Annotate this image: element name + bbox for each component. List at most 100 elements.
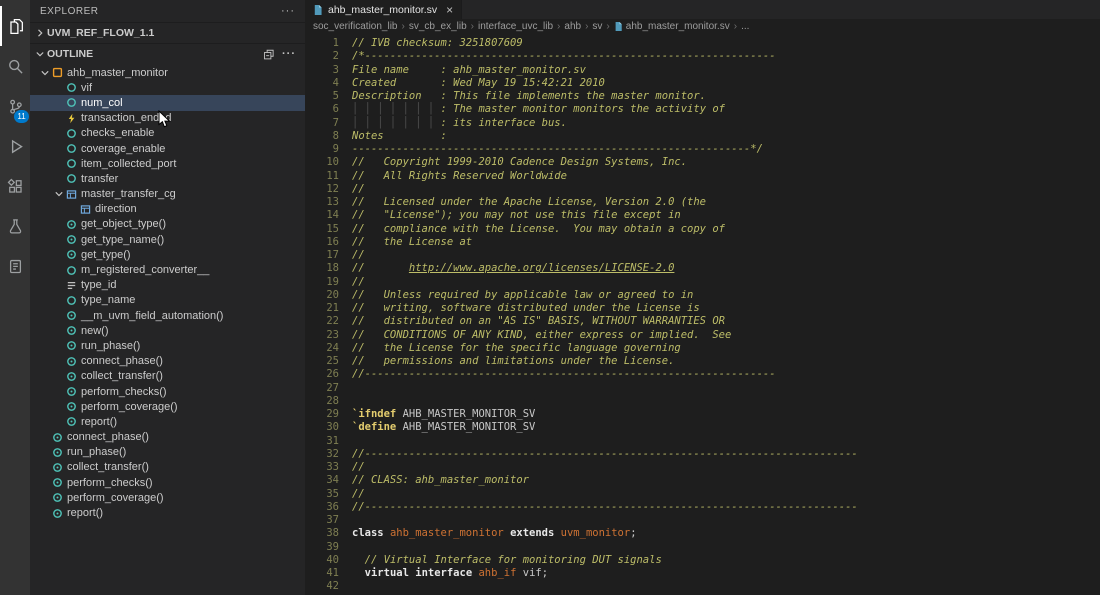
activity-source-control-icon[interactable]: 11: [0, 86, 30, 126]
breadcrumb-item[interactable]: ...: [741, 21, 749, 32]
breadcrumb-item[interactable]: sv_cb_ex_lib: [409, 21, 467, 32]
outline-item-get_type_name[interactable]: get_type_name(): [30, 232, 305, 247]
activity-search-icon[interactable]: [0, 46, 30, 86]
outline-item-item_collected_port[interactable]: item_collected_port: [30, 156, 305, 171]
outline-item-get_object_type[interactable]: get_object_type(): [30, 217, 305, 232]
code-line[interactable]: 21// writing, software distributed under…: [305, 302, 1100, 315]
code-line[interactable]: 34// CLASS: ahb_master_monitor: [305, 474, 1100, 487]
code-line[interactable]: 10// Copyright 1999-2010 Cadence Design …: [305, 156, 1100, 169]
code-line[interactable]: 22// distributed on an "AS IS" BASIS, WI…: [305, 315, 1100, 328]
code-line[interactable]: 12//: [305, 183, 1100, 196]
section-uvm-ref-flow[interactable]: UVM_REF_FLOW_1.1: [30, 22, 305, 43]
outline-item-report[interactable]: report(): [30, 414, 305, 429]
code-line[interactable]: 33//: [305, 461, 1100, 474]
tab-ahb-master-monitor-sv[interactable]: ahb_master_monitor.sv ×: [305, 0, 462, 19]
outline-item-collect_transfer[interactable]: collect_transfer(): [30, 460, 305, 475]
outline-item-__m_uvm_field_automation[interactable]: __m_uvm_field_automation(): [30, 308, 305, 323]
outline-item-perform_checks[interactable]: perform_checks(): [30, 384, 305, 399]
breadcrumb-item[interactable]: interface_uvc_lib: [478, 21, 553, 32]
code-line[interactable]: 3File name : ahb_master_monitor.sv: [305, 64, 1100, 77]
outline-item-report[interactable]: report(): [30, 505, 305, 520]
collapse-all-icon[interactable]: [263, 48, 275, 60]
line-number: 35: [305, 488, 339, 501]
outline-item-new[interactable]: new(): [30, 323, 305, 338]
outline-item-coverage_enable[interactable]: coverage_enable: [30, 141, 305, 156]
breadcrumb-item[interactable]: sv: [592, 21, 602, 32]
activity-testing-icon[interactable]: [0, 206, 30, 246]
outline-item-perform_checks[interactable]: perform_checks(): [30, 475, 305, 490]
outline-item-type_name[interactable]: type_name: [30, 293, 305, 308]
twistie-chevron-down-icon[interactable]: [52, 189, 65, 199]
code-line[interactable]: 18// http://www.apache.org/licenses/LICE…: [305, 262, 1100, 275]
outline-item-connect_phase[interactable]: connect_phase(): [30, 430, 305, 445]
activity-extensions-icon[interactable]: [0, 166, 30, 206]
outline-item-vif[interactable]: vif: [30, 80, 305, 95]
code-line[interactable]: 35//: [305, 488, 1100, 501]
activity-notebook-icon[interactable]: [0, 246, 30, 286]
code-line[interactable]: 13// Licensed under the Apache License, …: [305, 196, 1100, 209]
outline-more-actions-icon[interactable]: ···: [282, 48, 296, 60]
outline-item-perform_coverage[interactable]: perform_coverage(): [30, 490, 305, 505]
code-line[interactable]: 16// the License at: [305, 236, 1100, 249]
code-line[interactable]: 2/*-------------------------------------…: [305, 50, 1100, 63]
code-line[interactable]: 19//: [305, 276, 1100, 289]
outline-item-type_id[interactable]: type_id: [30, 278, 305, 293]
outline-item-m_registered_converter__[interactable]: m_registered_converter__: [30, 262, 305, 277]
outline-item-perform_coverage[interactable]: perform_coverage(): [30, 399, 305, 414]
code-line[interactable]: 20// Unless required by applicable law o…: [305, 289, 1100, 302]
outline-item-direction[interactable]: direction: [30, 202, 305, 217]
code-line[interactable]: 9---------------------------------------…: [305, 143, 1100, 156]
code-line[interactable]: 38class ahb_master_monitor extends uvm_m…: [305, 527, 1100, 540]
explorer-more-actions-icon[interactable]: ···: [281, 5, 295, 17]
code-line[interactable]: 41 virtual interface ahb_if vif;: [305, 567, 1100, 580]
outline-item-collect_transfer[interactable]: collect_transfer(): [30, 369, 305, 384]
outline-item-checks_enable[interactable]: checks_enable: [30, 126, 305, 141]
breadcrumb-item[interactable]: ahb: [564, 21, 581, 32]
outline-item-get_type[interactable]: get_type(): [30, 247, 305, 262]
code-line[interactable]: 4Created : Wed May 19 15:42:21 2010: [305, 77, 1100, 90]
code-line[interactable]: 30`define AHB_MASTER_MONITOR_SV: [305, 421, 1100, 434]
code-line[interactable]: 24// the License for the specific langua…: [305, 342, 1100, 355]
outline-item-master_transfer_cg[interactable]: master_transfer_cg: [30, 187, 305, 202]
code-line-text: // the License for the specific language…: [352, 342, 1100, 355]
outline-item-num_col[interactable]: num_col: [30, 95, 305, 110]
code-line[interactable]: 25// permissions and limitations under t…: [305, 355, 1100, 368]
code-line[interactable]: 37: [305, 514, 1100, 527]
outline-item-run_phase[interactable]: run_phase(): [30, 445, 305, 460]
code-line[interactable]: 7│ │ │ │ │ │ │ : its interface bus.: [305, 117, 1100, 130]
code-line[interactable]: 29`ifndef AHB_MASTER_MONITOR_SV: [305, 408, 1100, 421]
code-line[interactable]: 36//------------------------------------…: [305, 501, 1100, 514]
section-outline[interactable]: OUTLINE ···: [30, 43, 305, 64]
code-line[interactable]: 5Description : This file implements the …: [305, 90, 1100, 103]
symbol-method-icon: [51, 447, 63, 458]
activity-run-debug-icon[interactable]: [0, 126, 30, 166]
code-line[interactable]: 17//: [305, 249, 1100, 262]
outline-item-ahb_master_monitor[interactable]: ahb_master_monitor: [30, 65, 305, 80]
breadcrumb-item[interactable]: soc_verification_lib: [313, 21, 398, 32]
code-line[interactable]: 26//------------------------------------…: [305, 368, 1100, 381]
code-line[interactable]: 27: [305, 382, 1100, 395]
code-line[interactable]: 40 // Virtual Interface for monitoring D…: [305, 554, 1100, 567]
code-line[interactable]: 42: [305, 580, 1100, 593]
close-icon[interactable]: ×: [446, 3, 453, 17]
code-line[interactable]: 1// IVB checksum: 3251807609: [305, 37, 1100, 50]
code-line[interactable]: 6│ │ │ │ │ │ │ : The master monitor moni…: [305, 103, 1100, 116]
code-line[interactable]: 31: [305, 435, 1100, 448]
code-line[interactable]: 8Notes :: [305, 130, 1100, 143]
code-line[interactable]: 39: [305, 541, 1100, 554]
code-line[interactable]: 32//------------------------------------…: [305, 448, 1100, 461]
line-number: 1: [305, 37, 339, 50]
activity-explorer-icon[interactable]: [0, 6, 30, 46]
code-line[interactable]: 28: [305, 395, 1100, 408]
outline-item-run_phase[interactable]: run_phase(): [30, 338, 305, 353]
code-line[interactable]: 11// All Rights Reserved Worldwide: [305, 170, 1100, 183]
code-line[interactable]: 15// compliance with the License. You ma…: [305, 223, 1100, 236]
breadcrumb-item[interactable]: ahb_master_monitor.sv: [614, 21, 730, 32]
code-line[interactable]: 14// "License"); you may not use this fi…: [305, 209, 1100, 222]
outline-item-connect_phase[interactable]: connect_phase(): [30, 354, 305, 369]
code-line[interactable]: 23// CONDITIONS OF ANY KIND, either expr…: [305, 329, 1100, 342]
outline-item-transfer[interactable]: transfer: [30, 171, 305, 186]
twistie-chevron-down-icon[interactable]: [38, 68, 51, 78]
outline-item-transaction_ended[interactable]: transaction_ended: [30, 111, 305, 126]
code-area[interactable]: 1// IVB checksum: 32518076092/*---------…: [305, 34, 1100, 595]
